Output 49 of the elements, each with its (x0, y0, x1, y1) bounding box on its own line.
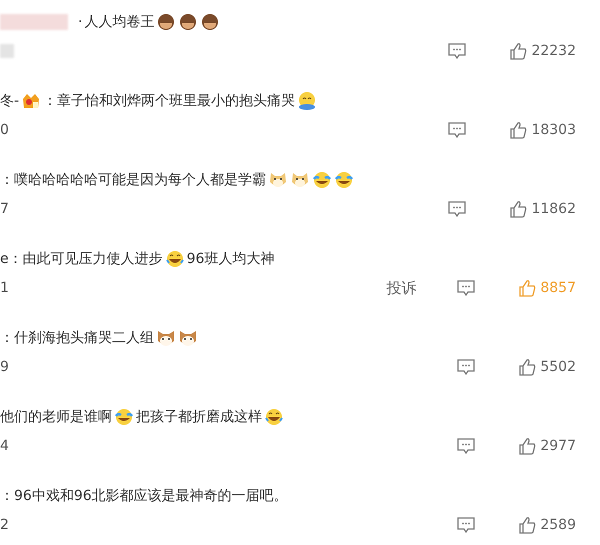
comment-text: ：什刹海抱头痛哭二人组 (0, 329, 154, 347)
crying-laughing-face-icon (334, 170, 354, 190)
like-button[interactable]: 22232 (509, 42, 576, 60)
comment-date: 4 (0, 438, 9, 454)
like-button[interactable]: 11862 (509, 200, 576, 218)
report-link[interactable]: 投诉 (386, 278, 416, 298)
comment-icon[interactable] (456, 516, 476, 534)
comment-text: 把孩子都折磨成这样 (136, 408, 262, 426)
comment-text: 他们的老师是谁啊 (0, 408, 112, 426)
like-button[interactable]: 18303 (509, 121, 576, 139)
like-button[interactable]: 5502 (518, 358, 576, 376)
dog-face-icon (268, 170, 288, 190)
thumbs-up-icon (509, 121, 528, 139)
thumbs-up-icon (518, 358, 536, 376)
comment-text: ：噗哈哈哈哈哈可能是因为每个人都是学霸 (0, 171, 266, 189)
comment-text: ：章子怡和刘烨两个班里最小的抱头痛哭 (43, 92, 296, 110)
cat-face-icon (156, 328, 176, 348)
comment-text: ：96中戏和96北影都应该是最神奇的一届吧。 (0, 487, 288, 505)
laughing-face-icon (264, 407, 284, 427)
comment-date: 1 (0, 280, 9, 296)
comment-date: 9 (0, 359, 9, 375)
thumbs-up-icon (509, 42, 528, 60)
comment-text: 96班人均大神 (186, 250, 274, 268)
comment-date: 2 (0, 517, 9, 533)
comment-text: 人人均卷王 (84, 13, 154, 31)
thumbs-up-icon (518, 437, 536, 455)
comment-icon[interactable] (447, 42, 468, 60)
laughing-face-icon (164, 249, 185, 269)
comment-icon[interactable] (456, 358, 476, 376)
comment-text: · (78, 14, 82, 30)
comment-icon[interactable] (447, 200, 468, 218)
dog-face-icon (290, 170, 310, 190)
comment-text: 冬- (0, 92, 20, 110)
crying-laughing-face-icon (312, 170, 332, 190)
crying-laughing-face-icon (114, 407, 134, 427)
comment-icon[interactable] (447, 121, 468, 139)
comment-date: 0 (0, 122, 9, 138)
thumbs-up-icon (518, 279, 536, 297)
comment-icon[interactable] (456, 437, 476, 455)
like-button[interactable]: 2977 (518, 437, 576, 455)
blurred-date (0, 44, 14, 58)
comment-text: e：由此可见压力使人进步 (0, 250, 163, 268)
comment-date: 7 (0, 201, 9, 217)
thumbs-up-icon (509, 200, 528, 218)
thumbs-up-icon (518, 516, 536, 534)
like-button[interactable]: 2589 (518, 516, 576, 534)
comment-icon[interactable] (456, 279, 476, 297)
hugging-face-icon (297, 91, 318, 111)
cat-face-icon (178, 328, 198, 348)
